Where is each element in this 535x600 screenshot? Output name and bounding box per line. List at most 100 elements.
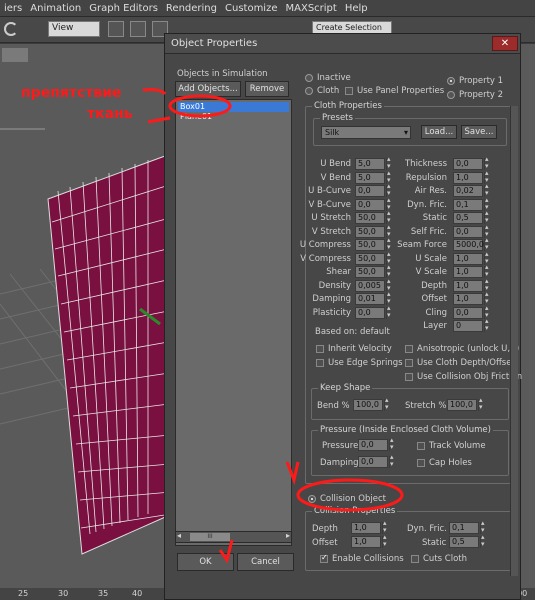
cloth-radio[interactable] xyxy=(305,87,313,95)
right-param-field[interactable]: 1,0 xyxy=(453,279,483,292)
collision-static-spinner[interactable] xyxy=(480,533,487,548)
dialog-scrollbar[interactable] xyxy=(510,106,518,576)
right-param-field[interactable]: 0,0 xyxy=(453,158,483,170)
right-param-value: 0,0 xyxy=(456,159,469,168)
pressure-spinner[interactable] xyxy=(389,436,396,451)
view-dropdown[interactable]: View xyxy=(48,21,100,37)
property1-radio[interactable] xyxy=(447,77,455,85)
ruler-tick: 25 xyxy=(18,589,29,598)
scroll-right-icon[interactable]: ▸ xyxy=(286,531,290,540)
right-param-field[interactable]: 0,1 xyxy=(453,198,483,211)
anisotropic-checkbox[interactable] xyxy=(405,345,413,353)
cloth-depth-checkbox[interactable] xyxy=(405,359,413,367)
ok-label: OK xyxy=(199,557,212,567)
menu-customize[interactable]: Customize xyxy=(221,3,282,14)
save-button[interactable]: Save... xyxy=(461,125,497,139)
left-param-value: 0,0 xyxy=(358,199,371,209)
pressure-damping-spinner[interactable] xyxy=(389,453,396,468)
list-item-plane01[interactable]: Plane01 xyxy=(178,112,289,122)
right-param-field[interactable]: 0,0 xyxy=(453,306,483,319)
menu-animation[interactable]: Animation xyxy=(26,3,85,14)
right-param-field[interactable]: 0,5 xyxy=(453,212,483,224)
use-panel-checkbox[interactable] xyxy=(345,87,353,95)
left-param-field[interactable]: 50,0 xyxy=(355,252,385,265)
right-param-field[interactable]: 1,0 xyxy=(453,266,483,278)
left-param-label: V Bend xyxy=(320,172,351,183)
cloth-depth-label: Use Cloth Depth/Offset xyxy=(417,358,515,368)
enable-collisions-checkbox[interactable] xyxy=(320,553,328,563)
right-param-field[interactable]: 1,0 xyxy=(453,252,483,265)
preset-dropdown[interactable]: Silk ▾ xyxy=(321,126,411,139)
collision-dyn-field[interactable]: 0,1 xyxy=(449,522,479,534)
menu-modifiers[interactable]: iers xyxy=(0,3,26,14)
keep-shape-title: Keep Shape xyxy=(318,383,373,393)
left-param-field[interactable]: 50,0 xyxy=(355,239,385,251)
left-param-field[interactable]: 0,005 xyxy=(355,279,385,292)
menu-help[interactable]: Help xyxy=(341,3,372,14)
objects-list[interactable]: Box01 Plane01 xyxy=(175,99,292,546)
right-param-label: Air Res. xyxy=(414,186,447,196)
left-param-field[interactable]: 0,0 xyxy=(355,198,385,211)
left-param-field[interactable]: 5,0 xyxy=(355,171,385,184)
collision-offset-field[interactable]: 1,0 xyxy=(351,536,381,548)
pressure-damping-field[interactable]: 0,0 xyxy=(358,456,388,468)
collision-static-field[interactable]: 0,5 xyxy=(449,536,479,548)
cloth-plane[interactable] xyxy=(47,155,173,555)
select-icon[interactable] xyxy=(108,21,124,37)
remove-button[interactable]: Remove xyxy=(245,81,289,97)
right-param-field[interactable]: 0,0 xyxy=(453,225,483,238)
bend-percent-field[interactable]: 100,0 xyxy=(353,399,383,411)
horizontal-scrollbar[interactable]: ◂ III ▸ xyxy=(175,531,292,543)
right-param-field[interactable]: 1,0 xyxy=(453,171,483,184)
cuts-cloth-checkbox[interactable] xyxy=(411,555,419,563)
menu-rendering[interactable]: Rendering xyxy=(162,3,221,14)
left-param-field[interactable]: 50,0 xyxy=(355,212,385,224)
track-volume-checkbox[interactable] xyxy=(417,442,425,450)
scroll-left-icon[interactable]: ◂ xyxy=(177,531,181,540)
scroll-thumb[interactable]: III xyxy=(190,533,230,541)
menu-maxscript[interactable]: MAXScript xyxy=(282,3,341,14)
collision-friction-checkbox[interactable] xyxy=(405,373,413,381)
collision-offset-label: Offset xyxy=(312,538,338,548)
ok-button[interactable]: OK xyxy=(177,553,234,571)
right-param-field[interactable]: 0 xyxy=(453,320,483,332)
right-param-value: 0,1 xyxy=(456,199,469,209)
cancel-button[interactable]: Cancel xyxy=(237,553,294,571)
collision-offset-spinner[interactable] xyxy=(382,533,389,548)
stretch-spinner[interactable] xyxy=(478,396,485,411)
load-button[interactable]: Load... xyxy=(421,125,457,139)
inactive-radio[interactable] xyxy=(305,74,313,82)
right-param-field[interactable]: 0,02 xyxy=(453,185,483,197)
track-volume-label: Track Volume xyxy=(429,441,486,451)
dialog-title-bar[interactable]: Object Properties ✕ xyxy=(165,34,520,54)
left-param-field[interactable]: 0,0 xyxy=(355,306,385,319)
inherit-velocity-checkbox[interactable] xyxy=(316,345,324,353)
left-param-field[interactable]: 0,01 xyxy=(355,293,385,305)
right-param-spinner[interactable] xyxy=(484,317,491,332)
stretch-percent-label: Stretch % xyxy=(405,401,447,411)
pressure-field[interactable]: 0,0 xyxy=(358,439,388,451)
collision-object-radio[interactable] xyxy=(308,495,316,503)
property2-radio[interactable] xyxy=(447,91,455,99)
move-icon[interactable] xyxy=(130,21,146,37)
enable-collisions-label: Enable Collisions xyxy=(332,554,404,564)
right-param-field[interactable]: 1,0 xyxy=(453,293,483,305)
left-param-field[interactable]: 50,0 xyxy=(355,225,385,238)
edge-springs-checkbox[interactable] xyxy=(316,359,324,367)
right-param-field[interactable]: 5000,0 xyxy=(453,239,484,251)
left-param-field[interactable]: 50,0 xyxy=(355,266,385,278)
add-objects-button[interactable]: Add Objects... xyxy=(175,81,241,97)
undo-icon[interactable] xyxy=(4,22,18,36)
close-icon[interactable]: ✕ xyxy=(492,36,518,51)
cap-holes-checkbox[interactable] xyxy=(417,459,425,467)
menu-graph-editors[interactable]: Graph Editors xyxy=(85,3,162,14)
left-param-spinner[interactable] xyxy=(386,304,393,319)
stretch-percent-field[interactable]: 100,0 xyxy=(447,399,477,411)
list-item-box01[interactable]: Box01 xyxy=(178,102,289,112)
left-param-field[interactable]: 5,0 xyxy=(355,158,385,170)
left-param-label: Plasticity xyxy=(312,307,351,318)
left-param-field[interactable]: 0,0 xyxy=(355,185,385,197)
bend-spinner[interactable] xyxy=(384,396,391,411)
left-param-label: Shear xyxy=(326,267,351,277)
collision-depth-field[interactable]: 1,0 xyxy=(351,522,381,534)
